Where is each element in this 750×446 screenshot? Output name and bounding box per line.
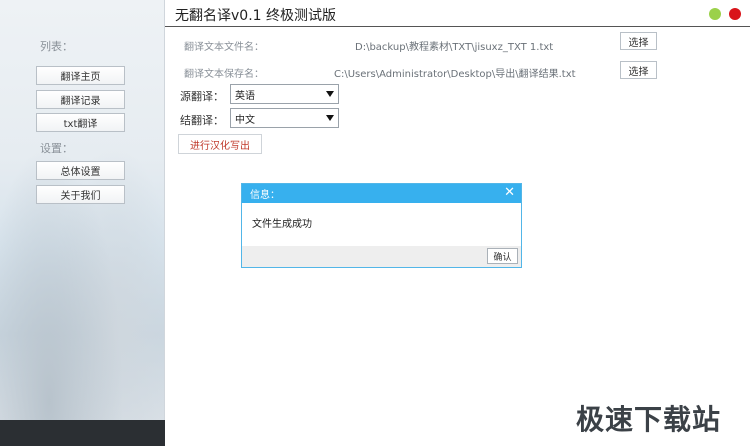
choose-source-file-button[interactable]: 选择 xyxy=(620,32,657,50)
sidebar-item-about-us[interactable]: 关于我们 xyxy=(36,185,125,204)
watermark-logo: 极速下载站 xyxy=(576,403,722,436)
dialog-message: 文件生成成功 xyxy=(252,219,312,230)
confirm-button[interactable]: 确认 xyxy=(487,248,518,264)
close-icon[interactable]: ✕ xyxy=(504,185,515,200)
sidebar-item-general-settings[interactable]: 总体设置 xyxy=(36,161,125,180)
source-lang-label: 源翻译： xyxy=(180,90,224,103)
chevron-down-icon xyxy=(326,115,334,121)
target-lang-value: 中文 xyxy=(235,114,255,126)
dialog-footer: 确认 xyxy=(242,246,521,267)
close-button[interactable] xyxy=(729,8,741,20)
target-lang-select[interactable]: 中文 xyxy=(230,108,339,128)
sidebar-item-translate-history[interactable]: 翻译记录 xyxy=(36,90,125,109)
source-lang-value: 英语 xyxy=(235,90,255,102)
window-title: 无翻名译v0.1 终极测试版 xyxy=(175,8,336,24)
minimize-button[interactable] xyxy=(709,8,721,20)
source-file-label: 翻译文本文件名： xyxy=(184,42,264,53)
choose-save-file-button[interactable]: 选择 xyxy=(620,61,657,79)
save-file-label: 翻译文本保存名： xyxy=(184,69,264,80)
list-section-label: 列表： xyxy=(40,40,73,53)
title-bar: 无翻名译v0.1 终极测试版 xyxy=(165,0,750,27)
dialog-title: 信息： xyxy=(250,190,280,201)
sidebar-item-txt-translate[interactable]: txt翻译 xyxy=(36,113,125,132)
source-lang-select[interactable]: 英语 xyxy=(230,84,339,104)
info-dialog: 信息： ✕ 文件生成成功 确认 xyxy=(241,183,522,268)
sidebar: 列表： 翻译主页 翻译记录 txt翻译 设置： 总体设置 关于我们 xyxy=(0,0,165,446)
write-localization-button[interactable]: 进行汉化写出 xyxy=(178,134,262,154)
save-file-path: C:\Users\Administrator\Desktop\导出\翻译结果.t… xyxy=(334,69,576,80)
chevron-down-icon xyxy=(326,91,334,97)
dialog-header: 信息： ✕ xyxy=(242,184,521,203)
source-file-path: D:\backup\教程素材\TXT\jisuxz_TXT 1.txt xyxy=(355,42,554,53)
sidebar-item-translate-home[interactable]: 翻译主页 xyxy=(36,66,125,85)
settings-section-label: 设置： xyxy=(40,142,73,155)
target-lang-label: 结翻译： xyxy=(180,114,224,127)
sidebar-footer xyxy=(0,420,165,446)
